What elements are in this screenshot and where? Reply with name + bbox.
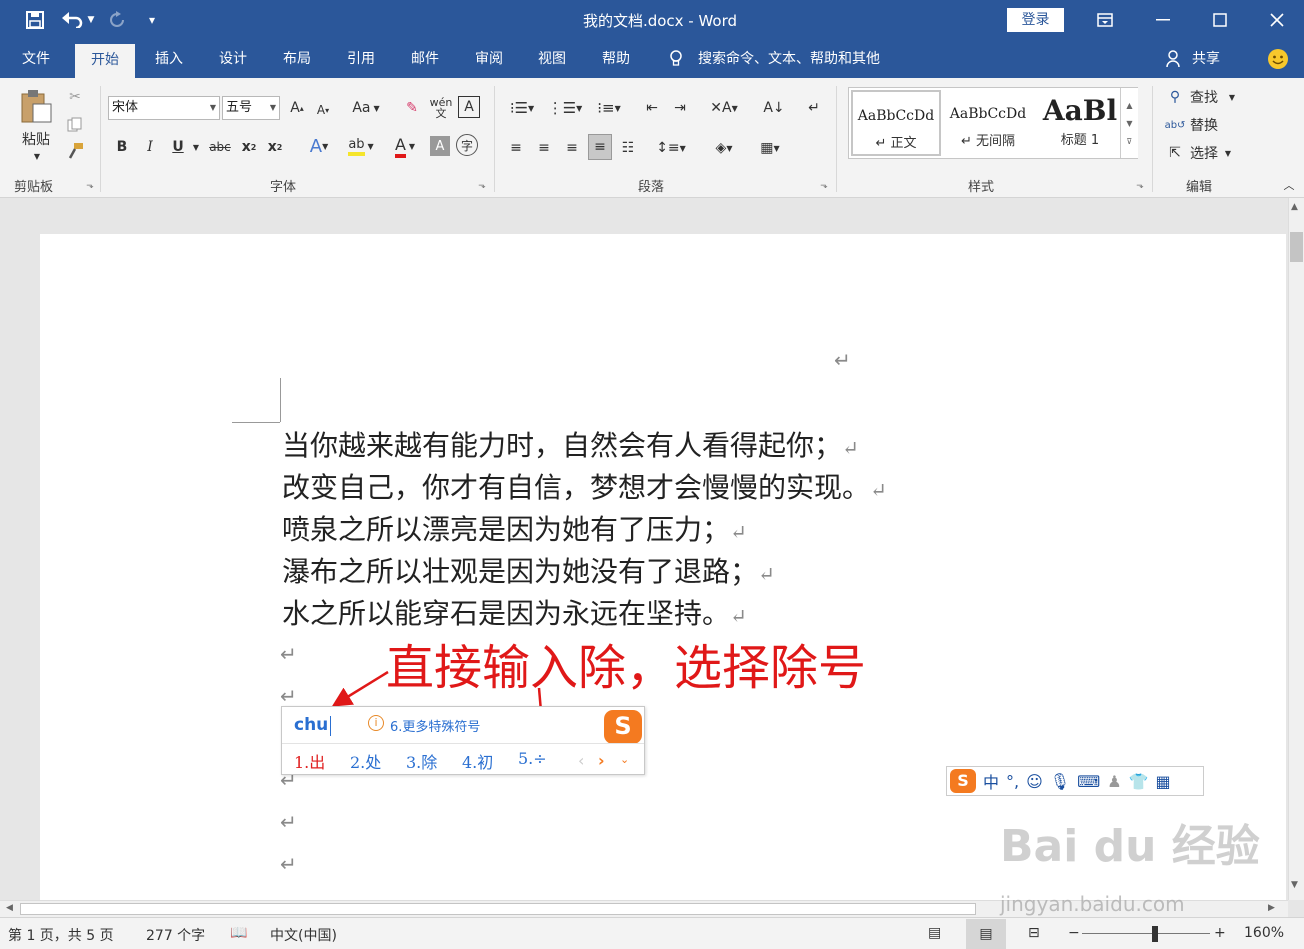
read-mode-icon[interactable]: ▤: [928, 925, 941, 941]
web-layout-icon[interactable]: ⊟: [1028, 925, 1040, 941]
ime-candidate[interactable]: 3.除: [406, 749, 437, 773]
ime-special-symbols-hint[interactable]: 6.更多特殊符号: [390, 716, 480, 735]
emoji-icon[interactable]: ☺: [1026, 772, 1043, 791]
page-count[interactable]: 第 1 页，共 5 页: [8, 925, 114, 945]
language-indicator[interactable]: 中文(中国): [270, 925, 337, 945]
ime-prev-page-icon[interactable]: ‹: [578, 751, 584, 770]
ime-status-bar: S 中 °, ☺ 🎙 ⌨ ♟ 👕 ▦: [946, 766, 1204, 796]
ime-candidate[interactable]: 2.处: [350, 749, 381, 773]
toolbox-grid-icon[interactable]: ▦: [1155, 772, 1170, 791]
annotation-arrows: [331, 670, 552, 740]
ime-candidate-window: chu i 6.更多特殊符号 S 1.出 2.处 3.除 4.初 5.÷ ‹ ›…: [281, 706, 645, 775]
ime-candidate[interactable]: 1.出: [294, 749, 325, 773]
baidu-watermark-url: jingyan.baidu.com: [1000, 892, 1185, 916]
zoom-in-icon[interactable]: +: [1214, 925, 1226, 941]
zoom-slider-thumb[interactable]: [1152, 926, 1158, 942]
sogou-logo-icon[interactable]: S: [950, 769, 976, 793]
ime-candidate[interactable]: 4.初: [462, 749, 493, 773]
ime-input-text: chu: [294, 715, 329, 735]
skin-shirt-icon[interactable]: 👕: [1129, 772, 1149, 791]
ime-caret: [330, 716, 331, 736]
ime-next-page-icon[interactable]: ›: [598, 751, 605, 770]
zoom-level[interactable]: 160%: [1244, 925, 1284, 941]
zoom-out-icon[interactable]: −: [1068, 925, 1080, 941]
keyboard-icon[interactable]: ⌨: [1077, 772, 1100, 791]
annotation-text: 直接输入除，选择除号: [386, 640, 867, 696]
print-layout-icon[interactable]: ▤: [966, 919, 1006, 949]
word-count[interactable]: 277 个字: [146, 925, 205, 945]
baidu-watermark: Bai du 经验: [1000, 821, 1260, 872]
ime-candidate[interactable]: 5.÷: [518, 749, 547, 768]
sogou-logo-icon: S: [604, 710, 642, 744]
info-icon: i: [368, 715, 384, 731]
proofing-icon[interactable]: 📖: [230, 925, 247, 941]
microphone-icon[interactable]: 🎙: [1050, 772, 1070, 791]
status-bar: 第 1 页，共 5 页 277 个字 📖 中文(中国) ▤ ▤ ⊟ − + 16…: [0, 917, 1304, 949]
ime-language-toggle[interactable]: 中: [983, 769, 999, 793]
zoom-slider[interactable]: [1082, 933, 1210, 934]
ime-expand-icon[interactable]: ⌄: [620, 753, 629, 766]
user-icon[interactable]: ♟: [1107, 772, 1121, 791]
ime-punctuation-toggle[interactable]: °,: [1006, 772, 1019, 791]
